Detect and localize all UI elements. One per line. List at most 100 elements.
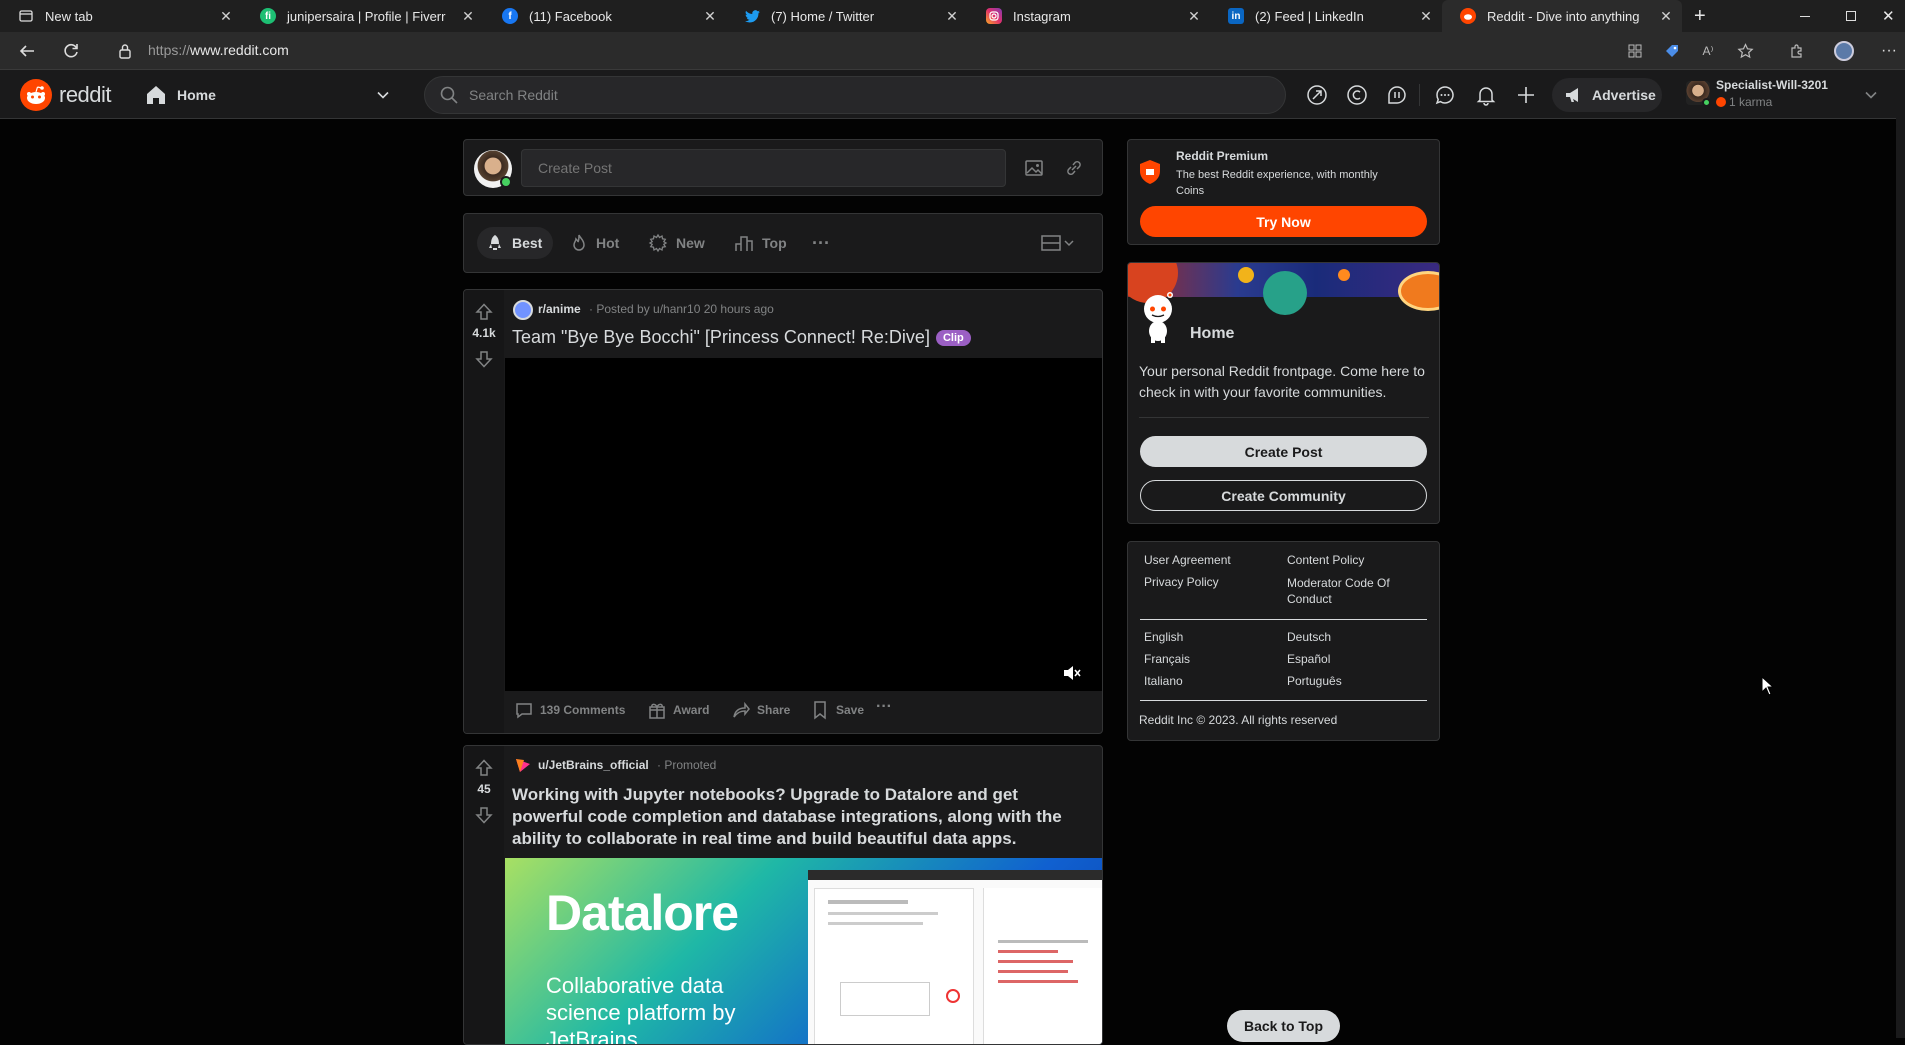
coins-button[interactable] bbox=[1345, 83, 1369, 107]
user-agreement-link[interactable]: User Agreement bbox=[1144, 553, 1231, 567]
browser-tab-twitter[interactable]: (7) Home / Twitter ✕ bbox=[726, 0, 968, 32]
view-layout-button[interactable] bbox=[1040, 227, 1084, 259]
language-link[interactable]: Español bbox=[1287, 652, 1330, 666]
language-link[interactable]: Português bbox=[1287, 674, 1342, 688]
muted-speaker-icon bbox=[1064, 666, 1081, 680]
mute-button[interactable] bbox=[1062, 663, 1084, 685]
post-title[interactable]: Working with Jupyter notebooks? Upgrade … bbox=[512, 784, 1082, 850]
browser-tab-new-tab[interactable]: New tab ✕ bbox=[0, 0, 242, 32]
profile-button[interactable] bbox=[1832, 39, 1856, 63]
upvote-button[interactable] bbox=[472, 756, 496, 780]
search-input[interactable] bbox=[469, 85, 1249, 105]
browser-menu-button[interactable]: ··· bbox=[1877, 39, 1901, 63]
back-button[interactable] bbox=[15, 39, 39, 63]
read-aloud-button[interactable]: A⁾ bbox=[1696, 39, 1720, 63]
privacy-policy-link[interactable]: Privacy Policy bbox=[1144, 575, 1219, 589]
language-link[interactable]: Français bbox=[1144, 652, 1190, 666]
chat-button[interactable] bbox=[1433, 83, 1457, 107]
create-post-button[interactable]: Create Post bbox=[1140, 436, 1427, 467]
new-tab-button[interactable]: + bbox=[1686, 0, 1716, 32]
live-button[interactable] bbox=[1385, 83, 1409, 107]
downvote-button[interactable] bbox=[472, 347, 496, 371]
browser-tab-linkedin[interactable]: in (2) Feed | LinkedIn ✕ bbox=[1210, 0, 1442, 32]
language-link[interactable]: English bbox=[1144, 630, 1183, 644]
extension-button[interactable] bbox=[1660, 39, 1684, 63]
flame-icon bbox=[573, 234, 585, 251]
close-icon[interactable]: ✕ bbox=[218, 8, 234, 24]
browser-tab-instagram[interactable]: Instagram ✕ bbox=[968, 0, 1210, 32]
window-close-button[interactable]: ✕ bbox=[1876, 0, 1900, 32]
close-icon[interactable]: ✕ bbox=[702, 8, 718, 24]
promoted-post-card[interactable]: 45 u/JetBrains_official · Promoted Worki… bbox=[463, 745, 1103, 1045]
post-card[interactable]: 4.1k r/anime · Posted by u/hanr10 20 hou… bbox=[463, 289, 1103, 734]
language-link[interactable]: Deutsch bbox=[1287, 630, 1331, 644]
sort-best-button[interactable]: Best bbox=[477, 227, 553, 259]
close-icon[interactable]: ✕ bbox=[1418, 8, 1434, 24]
search-bar[interactable] bbox=[424, 76, 1286, 114]
notifications-button[interactable] bbox=[1474, 83, 1498, 107]
reddit-logo-icon bbox=[20, 79, 52, 111]
user-menu[interactable]: Specialist-Will-3201 1 karma bbox=[1684, 76, 1884, 112]
link-post-button[interactable] bbox=[1061, 155, 1087, 181]
popular-button[interactable] bbox=[1305, 83, 1329, 107]
favorite-button[interactable] bbox=[1733, 39, 1757, 63]
site-info-button[interactable] bbox=[113, 39, 137, 63]
browser-tab-fiverr[interactable]: fi junipersaira | Profile | Fiverr ✕ bbox=[242, 0, 484, 32]
video-player[interactable] bbox=[505, 358, 1102, 691]
image-post-button[interactable] bbox=[1021, 155, 1047, 181]
language-link[interactable]: Italiano bbox=[1144, 674, 1183, 688]
create-post-header-button[interactable] bbox=[1514, 83, 1538, 107]
back-to-top-label: Back to Top bbox=[1243, 1018, 1324, 1034]
sort-hot-button[interactable]: Hot bbox=[569, 227, 631, 259]
content-policy-link[interactable]: Content Policy bbox=[1287, 553, 1364, 567]
ad-image[interactable]: Datalore Collaborative data science plat… bbox=[505, 858, 1102, 1044]
create-post-bar bbox=[463, 139, 1103, 196]
advertise-button[interactable]: Advertise bbox=[1552, 78, 1662, 112]
browser-tab-reddit[interactable]: Reddit - Dive into anything ✕ bbox=[1442, 0, 1682, 32]
page-scrollbar[interactable] bbox=[1896, 70, 1905, 1038]
post-flair[interactable]: Clip bbox=[935, 329, 971, 346]
subreddit-name[interactable]: r/anime bbox=[538, 302, 581, 316]
url-host: www.reddit.com bbox=[190, 42, 289, 58]
chat-icon bbox=[1435, 86, 1454, 105]
minimize-button[interactable] bbox=[1794, 0, 1818, 32]
close-icon[interactable]: ✕ bbox=[1186, 8, 1202, 24]
upvote-button[interactable] bbox=[472, 300, 496, 324]
award-button[interactable]: Award bbox=[647, 700, 709, 720]
sort-more-button[interactable]: ··· bbox=[812, 227, 842, 259]
close-icon[interactable]: ✕ bbox=[1658, 8, 1674, 24]
tab-title: (7) Home / Twitter bbox=[771, 8, 875, 24]
extensions-button[interactable] bbox=[1785, 39, 1809, 63]
moderator-code-link[interactable]: Moderator Code Of Conduct bbox=[1287, 575, 1427, 607]
create-post-input[interactable] bbox=[521, 149, 1006, 187]
close-icon[interactable]: ✕ bbox=[944, 8, 960, 24]
downvote-button[interactable] bbox=[472, 803, 496, 827]
comments-button[interactable]: 139 Comments bbox=[514, 700, 625, 720]
browser-tab-facebook[interactable]: f (11) Facebook ✕ bbox=[484, 0, 726, 32]
copyright: Reddit Inc © 2023. All rights reserved bbox=[1139, 713, 1338, 727]
planet-icon bbox=[1238, 267, 1254, 283]
back-to-top-button[interactable]: Back to Top bbox=[1227, 1010, 1340, 1042]
author-name[interactable]: u/JetBrains_official bbox=[538, 758, 649, 772]
reddit-logo[interactable]: reddit bbox=[20, 79, 112, 111]
subreddit-icon[interactable] bbox=[513, 300, 533, 320]
url-prefix: https:// bbox=[148, 42, 191, 58]
sort-top-button[interactable]: Top bbox=[734, 227, 796, 259]
try-now-button[interactable]: Try Now bbox=[1140, 206, 1427, 237]
feed-switcher[interactable]: Home bbox=[145, 79, 400, 111]
post-title[interactable]: Team "Bye Bye Bocchi" [Princess Connect!… bbox=[512, 327, 930, 348]
share-button[interactable]: Share bbox=[731, 700, 790, 720]
post-more-button[interactable]: ··· bbox=[876, 698, 892, 716]
close-icon[interactable]: ✕ bbox=[460, 8, 476, 24]
create-community-label: Create Community bbox=[1221, 487, 1346, 504]
app-available-button[interactable] bbox=[1623, 39, 1647, 63]
sort-new-button[interactable]: New bbox=[648, 227, 716, 259]
restore-button[interactable] bbox=[1840, 0, 1864, 32]
lock-icon bbox=[119, 44, 131, 59]
create-community-button[interactable]: Create Community bbox=[1140, 480, 1427, 511]
home-card-title: Home bbox=[1190, 325, 1235, 342]
url-field[interactable]: https://www.reddit.com bbox=[148, 42, 289, 58]
save-button[interactable]: Save bbox=[810, 700, 864, 720]
refresh-button[interactable] bbox=[59, 39, 83, 63]
read-aloud-icon: A⁾ bbox=[1702, 44, 1714, 58]
